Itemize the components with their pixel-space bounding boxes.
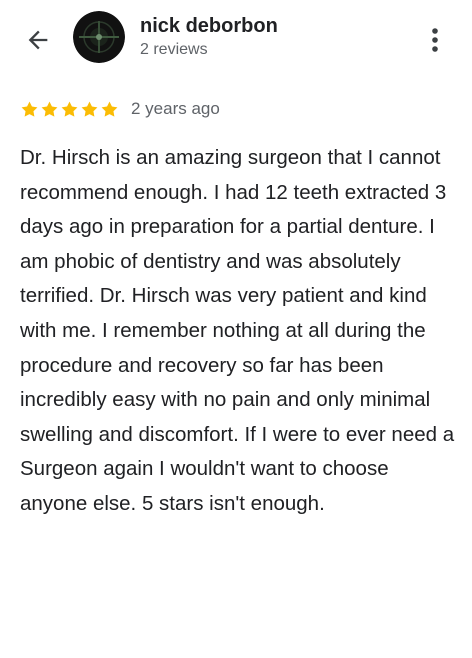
star-icon: [21, 101, 38, 117]
reviewer-name[interactable]: nick deborbon: [140, 14, 278, 38]
star-rating: [20, 100, 119, 119]
star-icon: [81, 101, 98, 117]
arrow-back-icon: [28, 30, 48, 50]
profile-avatar: [73, 11, 125, 63]
star-icon: [61, 101, 78, 117]
reviewer-review-count: 2 reviews: [140, 41, 208, 58]
more-options-button[interactable]: [420, 22, 450, 58]
review-date: 2 years ago: [131, 99, 220, 118]
rating-row: 2 years ago: [20, 97, 220, 121]
avatar[interactable]: [73, 11, 125, 63]
star-icon: [101, 101, 118, 117]
review-text: Dr. Hirsch is an amazing surgeon that I …: [20, 146, 455, 515]
more-vertical-icon: [432, 28, 438, 52]
back-button[interactable]: [20, 22, 56, 58]
review-header: nick deborbon 2 reviews: [0, 0, 472, 80]
star-icon: [41, 101, 58, 117]
